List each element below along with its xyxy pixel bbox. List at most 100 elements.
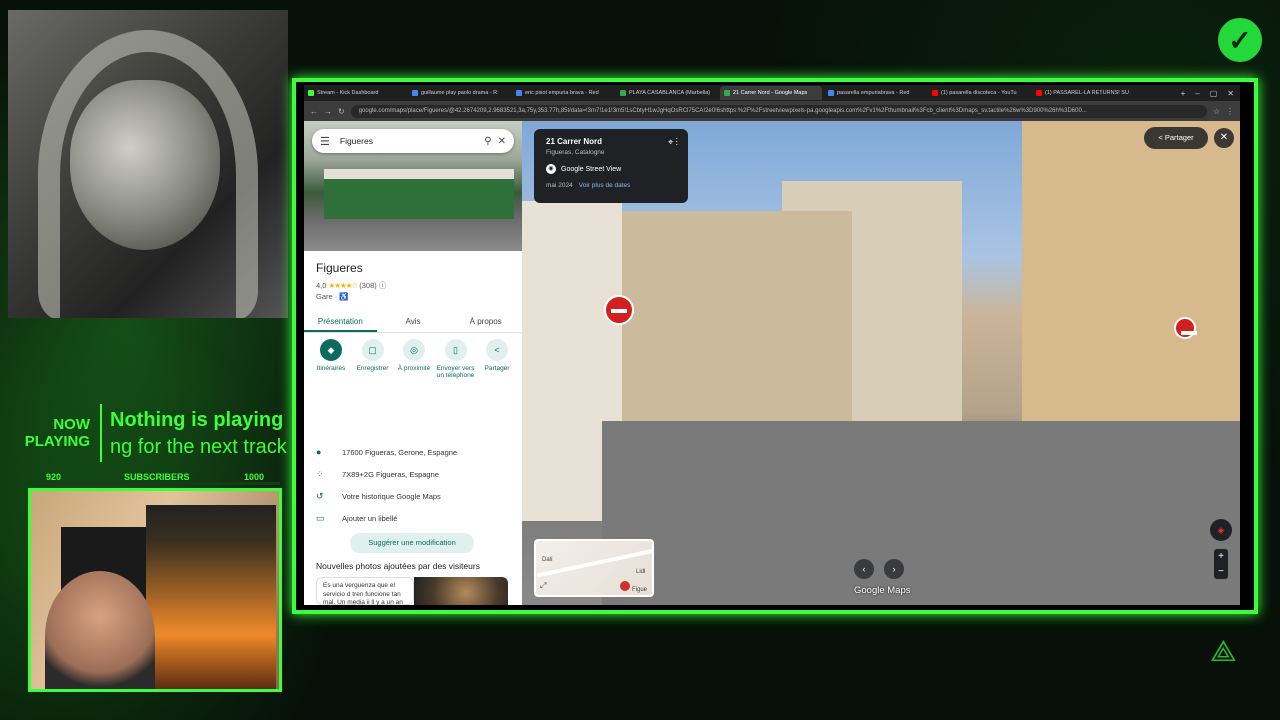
location-pin-icon (620, 581, 630, 591)
no-entry-sign (604, 295, 634, 325)
send-to-phone-button[interactable]: ▯ Envoyer vers un téléphone (437, 339, 475, 399)
review-photo[interactable] (414, 577, 508, 605)
now-playing-subtitle: ng for the next track (110, 436, 287, 458)
street (602, 421, 1240, 605)
maximize-icon[interactable]: ▢ (1210, 89, 1218, 98)
history-text: Votre historique Google Maps (342, 491, 441, 501)
street-view[interactable]: 21 Carrer Nord Figueras, Catalogne ◉ Goog… (522, 121, 1240, 605)
pin-more-icon[interactable]: ⌖ ⋮ (668, 137, 678, 148)
tab-label: Stream - Kick Dashboard (317, 90, 379, 96)
tab-avis[interactable]: Avis (377, 311, 450, 332)
bookmark-icon: ▢ (361, 339, 384, 361)
browser-tab[interactable]: 21 Carrer Nord - Google Maps (720, 86, 822, 100)
close-street-view-icon[interactable]: ✕ (1214, 128, 1234, 148)
sv-navigation: ‹ › (854, 559, 904, 579)
next-arrow-icon[interactable]: › (884, 559, 904, 579)
streamer (45, 571, 155, 689)
now-playing-label: NOW PLAYING (20, 416, 90, 450)
back-icon[interactable]: ← (310, 107, 318, 116)
tab-favicon-icon (1036, 90, 1042, 96)
forward-icon[interactable]: → (324, 107, 332, 116)
nearby-icon: ◎ (403, 339, 425, 361)
zoom-control: + − (1214, 549, 1228, 579)
tab-label: pasarella empuriabrava - Red (837, 90, 910, 96)
tab-favicon-icon (828, 90, 834, 96)
street-view-info-card: 21 Carrer Nord Figueras, Catalogne ◉ Goog… (534, 129, 688, 203)
minimap-label: Lidl (636, 569, 646, 575)
browser-tab[interactable]: PLAYA CASABLANCA (Marbella) (616, 86, 718, 100)
sv-date: mai 2024 (546, 182, 573, 189)
url-field[interactable]: google.com/maps/place/Figueres/@42.26742… (350, 104, 1207, 118)
minimize-icon[interactable]: – (1195, 89, 1199, 98)
review-count[interactable]: (308) (359, 281, 377, 290)
label-text: Ajouter un libellé (342, 513, 398, 523)
tab-favicon-icon (516, 90, 522, 96)
zoom-in-icon[interactable]: + (1214, 549, 1228, 564)
tab-presentation[interactable]: Présentation (304, 311, 377, 332)
review-card[interactable]: Es una verguenza que el servicio d tren … (316, 577, 414, 605)
phone-icon: ▯ (444, 339, 467, 361)
label-icon: ▭ (316, 512, 325, 523)
directions-button[interactable]: ◆ Itinéraires (312, 339, 350, 399)
zoom-out-icon[interactable]: − (1214, 564, 1228, 579)
search-input[interactable]: Figueres (340, 136, 478, 146)
mini-map[interactable]: Dalí Lidl Figue ⤢ (534, 539, 654, 597)
browser-tab[interactable]: eric pisot empuria brava - Red (512, 86, 614, 100)
previous-arrow-icon[interactable]: ‹ (854, 559, 874, 579)
playing-label: PLAYING (24, 433, 90, 450)
street-view-icon: ◉ (546, 164, 556, 174)
tab-a-propos[interactable]: À propos (449, 311, 522, 332)
close-window-icon[interactable]: ✕ (1227, 89, 1234, 98)
share-button[interactable]: < Partager (478, 339, 516, 399)
tab-favicon-icon (724, 90, 730, 96)
save-button[interactable]: ▢ Enregistrer (354, 339, 392, 399)
brand-logo-icon: ⟁ (1210, 635, 1237, 668)
now-label: NOW (53, 416, 90, 433)
browser-tab[interactable]: (1) pasarella discoteca - YouTu (928, 86, 1030, 100)
browser-tab[interactable]: guillaume play paolo drama - R (408, 86, 510, 100)
nearby-button[interactable]: ◎ À proximité (395, 339, 433, 399)
plus-code-row[interactable]: ⁘ 7X89+2G Figueras, Espagne (316, 467, 439, 481)
browser-tab[interactable]: pasarella empuriabrava - Red (824, 86, 926, 100)
tab-label: (1) pasarella discoteca - YouTu (941, 90, 1017, 96)
extensions-icon[interactable]: ⋮ (1226, 107, 1234, 116)
subscriber-goal: 920 SUBSCRIBERS 1000 (30, 470, 280, 486)
now-playing-divider (100, 404, 102, 462)
menu-icon[interactable]: ☰ (320, 135, 330, 148)
compass-icon[interactable]: ◈ (1210, 519, 1232, 541)
building-wall (622, 211, 852, 421)
place-title: Figueres (316, 261, 363, 275)
close-icon[interactable]: ✕ (498, 136, 506, 147)
search-icon[interactable]: ⚲ (484, 136, 491, 147)
tab-label: PLAYA CASABLANCA (Marbella) (629, 90, 711, 96)
directions-icon: ◆ (320, 339, 342, 361)
window-controls: + – ▢ ✕ (1181, 89, 1240, 98)
suggest-edit-button[interactable]: Suggérer une modification (350, 533, 474, 553)
google-maps-logo: Google Maps (854, 585, 911, 596)
tab-label: eric pisot empuria brava - Red (525, 90, 599, 96)
info-icon[interactable]: ⓘ (379, 281, 387, 290)
star-icons: ★★★★☆ (328, 281, 359, 290)
action-label: Partager (484, 365, 510, 372)
label-row[interactable]: ▭ Ajouter un libellé (316, 511, 397, 525)
poster-back-to-the-future (146, 505, 276, 689)
now-playing-widget: NOW PLAYING Nothing is playing ng for th… (20, 404, 290, 464)
browser-tab[interactable]: Stream - Kick Dashboard (304, 86, 406, 100)
sv-subtitle: Figueras, Catalogne (546, 149, 605, 156)
sv-source-text: Google Street View (561, 165, 622, 173)
reload-icon[interactable]: ↻ (338, 107, 345, 116)
history-row[interactable]: ↺ Votre historique Google Maps (316, 489, 441, 503)
more-dates-link[interactable]: Voir plus de dates (579, 182, 631, 189)
maps-search-box[interactable]: ☰ Figueres ⚲ ✕ (312, 129, 514, 153)
share-sv-button[interactable]: < Partager (1144, 127, 1208, 149)
tab-label: guillaume play paolo drama - R (421, 90, 498, 96)
bookmark-icon[interactable]: ☆ (1213, 107, 1220, 116)
browser-tab[interactable]: (1) PASSAREL-LA RETURNS! SU (1032, 86, 1134, 100)
verified-check-icon: ✓ (1218, 18, 1262, 62)
address-bar: ← → ↻ google.com/maps/place/Figueres/@42… (304, 101, 1240, 121)
address-row[interactable]: ● 17600 Figueras, Gerone, Espagne (316, 445, 457, 459)
new-tab-button[interactable]: + (1181, 89, 1186, 98)
expand-icon[interactable]: ⤢ (540, 581, 546, 591)
action-label: À proximité (397, 365, 431, 372)
tab-favicon-icon (412, 90, 418, 96)
